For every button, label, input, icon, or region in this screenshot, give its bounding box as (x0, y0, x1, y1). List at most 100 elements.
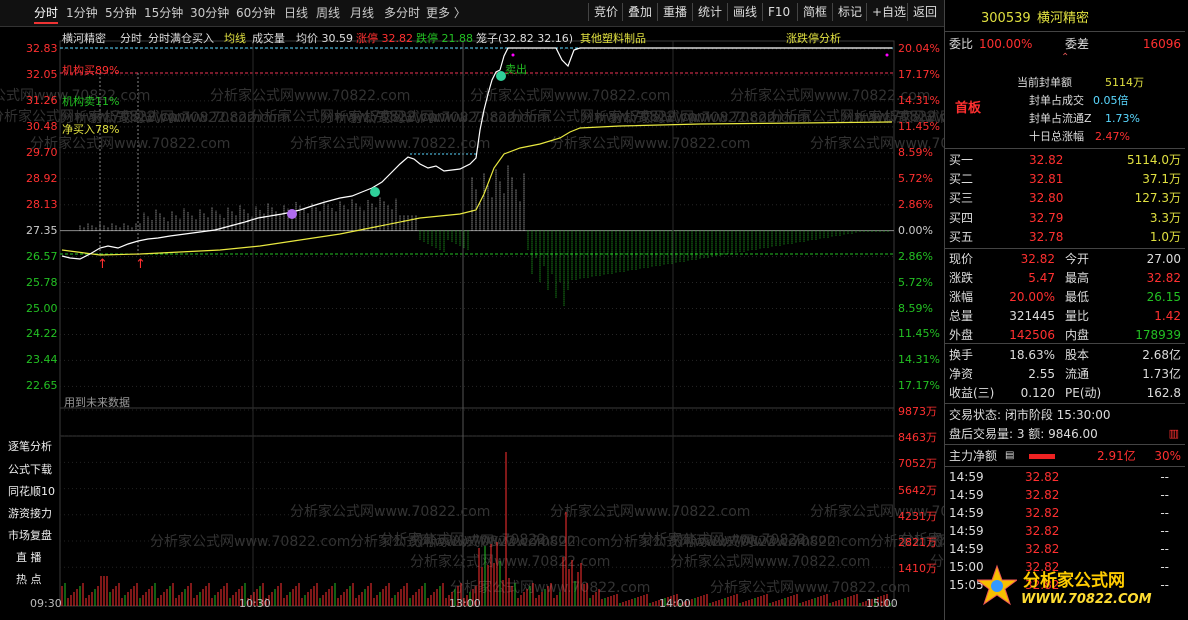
stats-button[interactable]: 统计 (692, 3, 727, 21)
bid-level-label: 买二 (949, 172, 974, 187)
menu-trade-analysis[interactable]: 逐笔分析 (8, 438, 52, 454)
bid-volume: 5114.0万 (1127, 153, 1181, 167)
tab-1min[interactable]: 1分钟 (66, 4, 98, 21)
stat-value: 2.68亿 (1142, 348, 1181, 362)
quote-value: 178939 (1135, 328, 1181, 342)
bid-row[interactable]: 买一 32.82 5114.0万 (945, 151, 1185, 169)
overlay-button[interactable]: 叠加 (622, 3, 657, 21)
quote-row[interactable]: 总量 321445 量比 1.42 (945, 307, 1185, 325)
buy-arrow-icon: ↑ (135, 257, 146, 272)
watermark-text: 分析家公式网www.70822.com (410, 553, 610, 570)
back-button[interactable]: 返回 (907, 3, 942, 21)
stat-row[interactable]: 换手 18.63% 股本 2.68亿 (945, 346, 1185, 364)
stat-label: 流通 (1065, 367, 1090, 381)
draw-button[interactable]: 画线 (727, 3, 762, 21)
stat-label: 换手 (949, 348, 974, 362)
stat-value: 162.8 (1146, 386, 1181, 400)
intraday-chart[interactable]: 分析家公式网www.70822.com 分析家公式网www.70822.com 分析… (0, 26, 944, 620)
seal-float-label: 封单占流通Z (1029, 112, 1092, 125)
tick-time: 14:59 (949, 506, 984, 520)
tick-row[interactable]: 14:59 32.82 -- (945, 486, 1185, 504)
tab-weekly[interactable]: 周线 (316, 4, 340, 21)
quote-label: 现价 (949, 252, 974, 266)
bid-row[interactable]: 买五 32.78 1.0万 (945, 228, 1185, 246)
tick-time: 14:59 (949, 524, 984, 538)
quote-row[interactable]: 涨跌 5.47 最高 32.82 (945, 269, 1185, 287)
pct-tick-label: 0.00% (898, 223, 933, 237)
bid-volume: 127.3万 (1134, 191, 1181, 206)
signal-dot-icon (370, 187, 380, 197)
seal-amount: 5114万 (1105, 76, 1144, 89)
simple-frame-button[interactable]: 简框 (797, 3, 832, 21)
volume-tick-label: 2821万 (898, 536, 937, 549)
time-tick-label: 14:00 (659, 597, 691, 610)
chevron-up-icon[interactable]: ⌃ (1061, 52, 1069, 63)
menu-ths10[interactable]: 同花顺10 (8, 483, 55, 499)
bid-volume: 1.0万 (1149, 229, 1181, 244)
tab-more[interactable]: 更多 〉 (426, 4, 466, 21)
pct-tick-label: 20.04% (898, 42, 940, 55)
volume-tick-label: 1410万 (898, 562, 937, 576)
signal-dot-icon (287, 209, 297, 219)
site-logo: 分析家公式网 WWW.70822.COM (977, 562, 1185, 614)
bid-level-label: 买一 (949, 153, 974, 167)
bid-price: 32.79 (1029, 210, 1064, 225)
doc-icon[interactable]: ▤ (1005, 447, 1014, 465)
buy-arrow-icon: ↑ (97, 257, 108, 272)
tick-row[interactable]: 14:59 32.82 -- (945, 468, 1185, 486)
watermark-text: 分析家公式网www.70822.com (90, 109, 290, 126)
volume-tick-label: 7052万 (898, 457, 937, 471)
menu-live[interactable]: 直 播 (16, 549, 42, 565)
tab-15min[interactable]: 15分钟 (144, 4, 183, 21)
watermark-text: 分析家公式网www.70822.com (450, 579, 650, 596)
tab-daily[interactable]: 日线 (284, 4, 308, 21)
weicha-label: 委差 (1065, 37, 1090, 51)
price-line (61, 47, 892, 260)
tick-row[interactable]: 14:59 32.82 -- (945, 522, 1185, 540)
price-tick-label: 31.26 (26, 93, 58, 107)
tick-row[interactable]: 14:59 32.82 -- (945, 540, 1185, 558)
menu-formula-download[interactable]: 公式下载 (8, 461, 52, 477)
watermark-layer: 分析家公式网www.70822.com 分析家公式网www.70822.com 分析… (0, 87, 944, 596)
menu-relay[interactable]: 游资接力 (8, 505, 52, 521)
menu-hot[interactable]: 热 点 (16, 571, 42, 587)
replay-button[interactable]: 重播 (657, 3, 692, 21)
quote-label: 外盘 (949, 328, 974, 342)
quote-panel: 300539 横河精密 委比 100.00% 委差 16096 ⌃ 当前封单额 … (944, 0, 1188, 620)
time-tick-label: 13:00 (449, 597, 481, 610)
bar-chart-icon[interactable]: ▥ (1169, 425, 1179, 443)
quote-row[interactable]: 涨幅 20.00% 最低 26.15 (945, 288, 1185, 306)
tab-5min[interactable]: 5分钟 (105, 4, 137, 21)
logo-url: WWW.70822.COM (1021, 592, 1152, 607)
tick-row[interactable]: 14:59 32.82 -- (945, 504, 1185, 522)
top-toolbar: 分时 1分钟 5分钟 15分钟 30分钟 60分钟 日线 周线 月线 多分时 更… (0, 0, 944, 27)
menu-market-review[interactable]: 市场复盘 (8, 527, 52, 543)
bid-row[interactable]: 买四 32.79 3.3万 (945, 209, 1185, 227)
stat-label: 净资 (949, 367, 974, 381)
stat-row[interactable]: 净资 2.55 流通 1.73亿 (945, 365, 1185, 383)
quote-row[interactable]: 外盘 142506 内盘 178939 (945, 326, 1185, 344)
tab-30min[interactable]: 30分钟 (190, 4, 229, 21)
bid-row[interactable]: 买三 32.80 127.3万 (945, 189, 1185, 207)
price-tick-label: 32.05 (26, 67, 58, 81)
stat-row[interactable]: 收益(三) 0.120 PE(动) 162.8 (945, 384, 1185, 402)
pct-tick-label: 11.45% (898, 119, 940, 133)
tab-fenshi[interactable]: 分时 (34, 4, 59, 24)
watermark-text: 分析家公式网www.70822.com (210, 87, 410, 104)
quote-row[interactable]: 现价 32.82 今开 27.00 (945, 250, 1185, 268)
auction-button[interactable]: 竞价 (588, 3, 623, 21)
tab-monthly[interactable]: 月线 (350, 4, 374, 21)
tick-price: 32.82 (1025, 524, 1060, 538)
tab-60min[interactable]: 60分钟 (236, 4, 275, 21)
main-net-pct: 30% (1154, 449, 1181, 463)
mark-button[interactable]: 标记 (832, 3, 867, 21)
price-tick-label: 23.44 (26, 353, 58, 367)
price-tick-label: 24.22 (26, 327, 58, 341)
bid-volume: 3.3万 (1149, 210, 1181, 225)
bid-price: 32.78 (1029, 229, 1064, 244)
tab-multi[interactable]: 多分时 (384, 4, 420, 21)
bid-row[interactable]: 买二 32.81 37.1万 (945, 170, 1185, 188)
quote-label: 量比 (1065, 309, 1090, 323)
add-watchlist-button[interactable]: +自选 (866, 3, 911, 21)
f10-button[interactable]: F10 (762, 3, 795, 21)
